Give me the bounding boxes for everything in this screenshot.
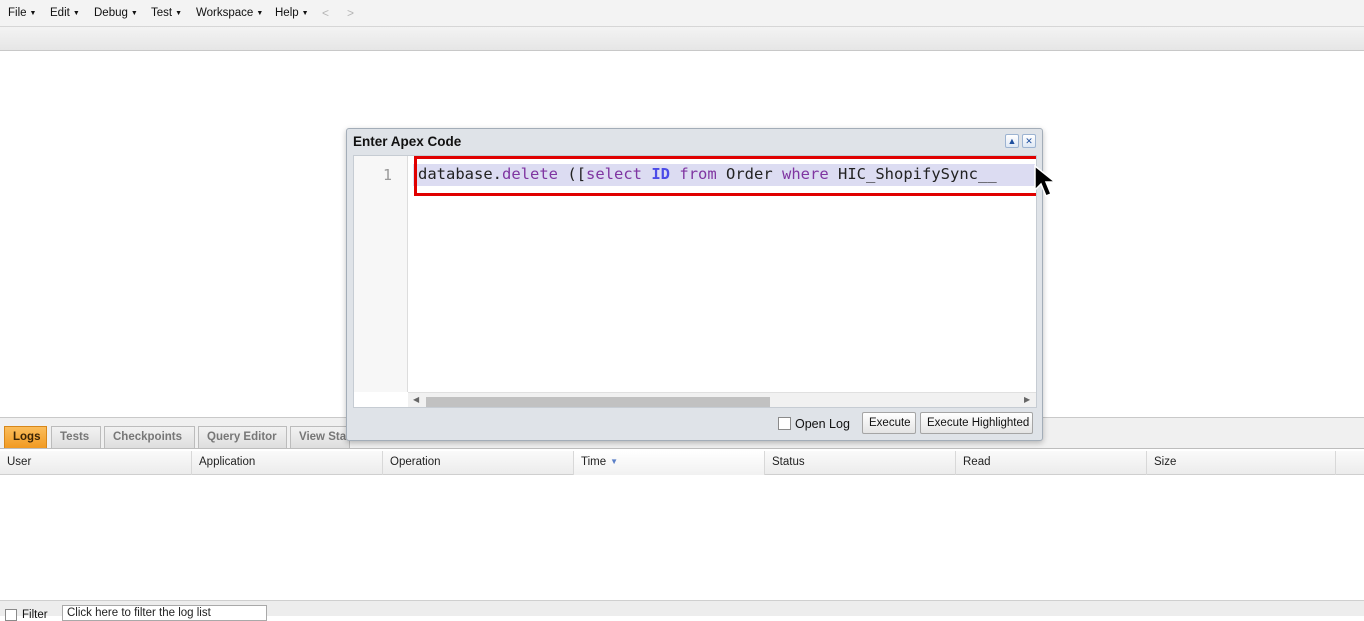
log-table-header: User Application Operation Time ▼ Status … <box>0 451 1364 475</box>
filter-checkbox[interactable] <box>5 609 17 621</box>
scroll-thumb[interactable] <box>426 397 770 407</box>
menu-file-label: File <box>8 7 27 19</box>
filter-bar: Filter Click here to filter the log list <box>0 600 1364 621</box>
scroll-right-icon[interactable]: ▶ <box>1024 395 1030 404</box>
column-user[interactable]: User <box>0 451 192 475</box>
dialog-title: Enter Apex Code <box>353 134 462 149</box>
menu-test-label: Test <box>151 7 173 19</box>
tab-view-state[interactable]: View State <box>290 426 350 448</box>
menu-workspace-label: Workspace <box>196 7 254 19</box>
collapse-icon[interactable]: ▲ <box>1005 134 1019 148</box>
menu-bar: File ▼ Edit ▼ Debug ▼ Test ▼ Workspace ▼ Help… <box>0 0 1364 27</box>
menu-debug-label: Debug <box>94 7 128 19</box>
column-status[interactable]: Status <box>765 451 956 475</box>
open-log-checkbox[interactable] <box>778 417 791 430</box>
menu-help-label: Help <box>275 7 299 19</box>
tab-checkpoints[interactable]: Checkpoints <box>104 426 195 448</box>
menu-test[interactable]: Test ▼ <box>151 7 182 19</box>
menu-debug[interactable]: Debug ▼ <box>94 7 138 19</box>
caret-down-icon: ▼ <box>301 10 309 17</box>
tab-query-editor[interactable]: Query Editor <box>198 426 287 448</box>
line-gutter: 1 <box>354 156 408 392</box>
column-time-label: Time <box>581 456 607 468</box>
apex-code-dialog: Enter Apex Code ▲ ✕ 1 database.delete ([… <box>346 128 1043 441</box>
menu-help[interactable]: Help ▼ <box>275 7 309 19</box>
line-number: 1 <box>382 166 392 184</box>
column-operation[interactable]: Operation <box>383 451 574 475</box>
menu-file[interactable]: File ▼ <box>8 7 36 19</box>
caret-down-icon: ▼ <box>175 10 183 17</box>
forward-arrow-icon[interactable]: > <box>347 6 354 20</box>
tab-logs[interactable]: Logs <box>4 426 47 448</box>
menu-edit[interactable]: Edit ▼ <box>50 7 80 19</box>
caret-down-icon: ▼ <box>29 10 37 17</box>
horizontal-scrollbar[interactable]: ◀ ▶ <box>408 392 1036 407</box>
execute-highlighted-button[interactable]: Execute Highlighted <box>920 412 1033 434</box>
scroll-left-icon[interactable]: ◀ <box>413 395 419 404</box>
caret-down-icon: ▼ <box>130 10 138 17</box>
back-arrow-icon[interactable]: < <box>322 6 329 20</box>
filter-label: Filter <box>22 609 48 621</box>
menu-edit-label: Edit <box>50 7 70 19</box>
close-icon[interactable]: ✕ <box>1022 134 1036 148</box>
toolbar <box>0 27 1364 51</box>
mouse-cursor-icon <box>1034 164 1058 197</box>
column-read[interactable]: Read <box>956 451 1147 475</box>
column-time[interactable]: Time ▼ <box>574 451 765 475</box>
execute-button[interactable]: Execute <box>862 412 916 434</box>
filter-input[interactable]: Click here to filter the log list <box>62 605 267 621</box>
tab-tests[interactable]: Tests <box>51 426 101 448</box>
sort-descending-icon: ▼ <box>610 457 619 466</box>
menu-workspace[interactable]: Workspace ▼ <box>196 7 263 19</box>
column-size[interactable]: Size <box>1147 451 1336 475</box>
caret-down-icon: ▼ <box>72 10 80 17</box>
code-editor[interactable]: 1 database.delete ([select ID from Order… <box>353 155 1037 408</box>
highlight-annotation-box <box>414 156 1036 196</box>
open-log-label: Open Log <box>795 417 850 431</box>
column-application[interactable]: Application <box>192 451 383 475</box>
log-list <box>0 475 1364 600</box>
caret-down-icon: ▼ <box>256 10 264 17</box>
